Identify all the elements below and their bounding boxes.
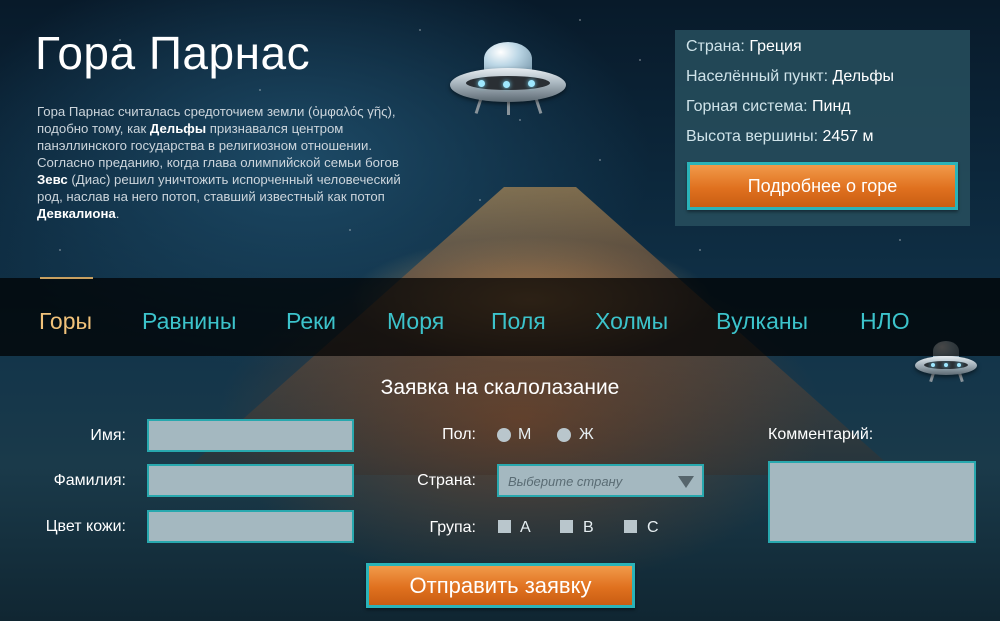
nav-item-hills[interactable]: Холмы <box>595 308 668 335</box>
submit-application-button[interactable]: Отправить заявку <box>366 563 635 608</box>
intro-bold-term: Девкалиона <box>37 206 116 221</box>
ufo-icon <box>448 40 568 115</box>
intro-text: Гора Парнас считалась средоточием земли … <box>37 103 402 222</box>
intro-bold-term: Зевс <box>37 172 68 187</box>
mountain-info-panel: Страна: Греция Населённый пункт: Дельфы … <box>675 30 970 226</box>
nav-item-volcanoes[interactable]: Вулканы <box>716 308 808 335</box>
gender-radio-m[interactable] <box>497 428 511 442</box>
dropdown-caret-icon <box>678 476 694 488</box>
info-locality-value: Дельфы <box>832 68 895 85</box>
category-nav: Горы Равнины Реки Моря Поля Холмы Вулкан… <box>0 277 1000 356</box>
form-title: Заявка на скалолазание <box>380 376 620 399</box>
info-height-value: 2457 м <box>822 128 874 145</box>
info-height-label: Высота вершины: <box>686 128 819 145</box>
nav-item-rivers[interactable]: Реки <box>286 308 336 335</box>
gender-option-f: Ж <box>579 426 594 443</box>
surname-input[interactable] <box>147 464 354 497</box>
gender-option-m: М <box>518 426 532 443</box>
group-option-a: A <box>520 519 531 536</box>
info-locality-label: Населённый пункт: <box>686 68 829 85</box>
info-range-label: Горная система: <box>686 98 808 115</box>
country-select[interactable]: Выберите страну <box>497 464 704 497</box>
group-checkbox-a[interactable] <box>498 520 511 533</box>
country-label: Страна: <box>417 472 476 489</box>
group-label: Група: <box>429 519 477 536</box>
info-height: Высота вершины: 2457 м <box>686 128 874 146</box>
page-title: Гора Парнас <box>35 27 311 79</box>
group-option-c: C <box>647 519 659 536</box>
comment-textarea[interactable] <box>768 461 976 543</box>
nav-item-mountains[interactable]: Горы <box>39 308 92 335</box>
info-country-label: Страна: <box>686 38 745 55</box>
name-input[interactable] <box>147 419 354 452</box>
info-country-value: Греция <box>749 38 802 55</box>
info-range: Горная система: Пинд <box>686 98 851 116</box>
info-range-value: Пинд <box>812 98 851 115</box>
nav-active-indicator <box>40 277 93 279</box>
name-label: Имя: <box>90 427 126 444</box>
nav-item-ufo[interactable]: НЛО <box>860 308 910 335</box>
group-option-b: B <box>583 519 594 536</box>
intro-text-segment: (Диас) решил уничтожить испорченный чело… <box>37 172 401 204</box>
nav-item-plains[interactable]: Равнины <box>142 308 236 335</box>
skin-color-label: Цвет кожи: <box>45 518 126 535</box>
country-select-placeholder: Выберите страну <box>508 474 623 489</box>
comment-label: Комментарий: <box>768 426 874 443</box>
gender-radio-f[interactable] <box>557 428 571 442</box>
nav-item-seas[interactable]: Моря <box>387 308 444 335</box>
nav-item-fields[interactable]: Поля <box>491 308 546 335</box>
skin-color-input[interactable] <box>147 510 354 543</box>
surname-label: Фамилия: <box>53 472 126 489</box>
intro-text-segment: . <box>115 206 120 221</box>
info-country: Страна: Греция <box>686 38 802 56</box>
intro-bold-term: Дельфы <box>149 121 207 136</box>
more-about-mountain-button[interactable]: Подробнее о горе <box>687 162 958 210</box>
group-checkbox-c[interactable] <box>624 520 637 533</box>
gender-label: Пол: <box>442 426 476 443</box>
group-checkbox-b[interactable] <box>560 520 573 533</box>
info-locality: Населённый пункт: Дельфы <box>686 68 894 86</box>
